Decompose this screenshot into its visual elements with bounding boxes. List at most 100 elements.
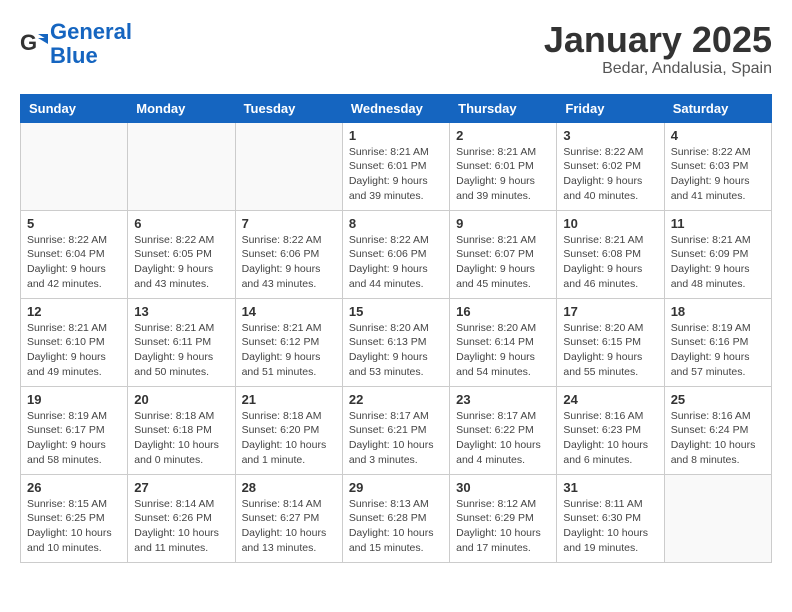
weekday-header-row: SundayMondayTuesdayWednesdayThursdayFrid…	[21, 94, 772, 122]
calendar-cell: 31 Sunrise: 8:11 AM Sunset: 6:30 PM Dayli…	[557, 474, 664, 562]
day-info: Sunrise: 8:22 AM Sunset: 6:06 PM Dayligh…	[349, 233, 443, 292]
calendar-cell: 16Sunrise: 8:20 AM Sunset: 6:14 PM Dayli…	[450, 298, 557, 386]
calendar-cell: 5 Sunrise: 8:22 AM Sunset: 6:04 PM Daylig…	[21, 210, 128, 298]
calendar-cell: 30 Sunrise: 8:12 AM Sunset: 6:29 PM Dayli…	[450, 474, 557, 562]
day-number: 3	[563, 128, 657, 143]
weekday-header-cell: Sunday	[21, 94, 128, 122]
main-title: January 2025	[544, 20, 772, 60]
calendar-week-row: 26 Sunrise: 8:15 AM Sunset: 6:25 PM Dayli…	[21, 474, 772, 562]
calendar-cell: 6 Sunrise: 8:22 AM Sunset: 6:05 PM Daylig…	[128, 210, 235, 298]
page-header: G General Blue January 2025 Bedar, Andal…	[20, 20, 772, 78]
day-info: Sunrise: 8:14 AM Sunset: 6:27 PM Dayligh…	[242, 497, 336, 556]
day-number: 24	[563, 392, 657, 407]
day-info: Sunrise: 8:22 AM Sunset: 6:02 PM Dayligh…	[563, 145, 657, 204]
day-number: 30	[456, 480, 550, 495]
day-number: 14	[242, 304, 336, 319]
weekday-header-cell: Saturday	[664, 94, 771, 122]
day-number: 2	[456, 128, 550, 143]
day-number: 23	[456, 392, 550, 407]
calendar-cell: 13Sunrise: 8:21 AM Sunset: 6:11 PM Dayli…	[128, 298, 235, 386]
calendar-cell: 28 Sunrise: 8:14 AM Sunset: 6:27 PM Dayli…	[235, 474, 342, 562]
day-number: 11	[671, 216, 765, 231]
calendar-week-row: 1 Sunrise: 8:21 AM Sunset: 6:01 PM Daylig…	[21, 122, 772, 210]
logo-icon: G	[20, 30, 48, 58]
day-number: 31	[563, 480, 657, 495]
day-number: 28	[242, 480, 336, 495]
day-info: Sunrise: 8:12 AM Sunset: 6:29 PM Dayligh…	[456, 497, 550, 556]
logo-line2: Blue	[50, 43, 98, 68]
calendar-week-row: 12 Sunrise: 8:21 AM Sunset: 6:10 PM Dayli…	[21, 298, 772, 386]
day-number: 27	[134, 480, 228, 495]
day-info: Sunrise: 8:20 AM Sunset: 6:13 PM Dayligh…	[349, 321, 443, 380]
calendar-cell	[664, 474, 771, 562]
day-number: 22	[349, 392, 443, 407]
logo: G General Blue	[20, 20, 132, 68]
logo-line1: General	[50, 19, 132, 44]
calendar-cell: 25Sunrise: 8:16 AM Sunset: 6:24 PM Dayli…	[664, 386, 771, 474]
calendar-cell: 24 Sunrise: 8:16 AM Sunset: 6:23 PM Dayli…	[557, 386, 664, 474]
weekday-header-cell: Monday	[128, 94, 235, 122]
calendar-cell: 19 Sunrise: 8:19 AM Sunset: 6:17 PM Dayli…	[21, 386, 128, 474]
calendar-cell: 18 Sunrise: 8:19 AM Sunset: 6:16 PM Dayli…	[664, 298, 771, 386]
day-number: 10	[563, 216, 657, 231]
weekday-header-cell: Wednesday	[342, 94, 449, 122]
day-number: 7	[242, 216, 336, 231]
day-number: 18	[671, 304, 765, 319]
logo-text: General Blue	[50, 20, 132, 68]
day-info: Sunrise: 8:19 AM Sunset: 6:16 PM Dayligh…	[671, 321, 765, 380]
calendar-cell: 3 Sunrise: 8:22 AM Sunset: 6:02 PM Daylig…	[557, 122, 664, 210]
day-number: 5	[27, 216, 121, 231]
day-number: 13	[134, 304, 228, 319]
calendar-cell: 29Sunrise: 8:13 AM Sunset: 6:28 PM Dayli…	[342, 474, 449, 562]
calendar-cell: 8 Sunrise: 8:22 AM Sunset: 6:06 PM Daylig…	[342, 210, 449, 298]
calendar-cell: 10 Sunrise: 8:21 AM Sunset: 6:08 PM Dayli…	[557, 210, 664, 298]
weekday-header-cell: Tuesday	[235, 94, 342, 122]
calendar-cell: 27 Sunrise: 8:14 AM Sunset: 6:26 PM Dayli…	[128, 474, 235, 562]
day-info: Sunrise: 8:21 AM Sunset: 6:08 PM Dayligh…	[563, 233, 657, 292]
day-info: Sunrise: 8:11 AM Sunset: 6:30 PM Dayligh…	[563, 497, 657, 556]
day-info: Sunrise: 8:22 AM Sunset: 6:04 PM Dayligh…	[27, 233, 121, 292]
day-info: Sunrise: 8:22 AM Sunset: 6:05 PM Dayligh…	[134, 233, 228, 292]
day-info: Sunrise: 8:19 AM Sunset: 6:17 PM Dayligh…	[27, 409, 121, 468]
calendar-cell: 7Sunrise: 8:22 AM Sunset: 6:06 PM Daylig…	[235, 210, 342, 298]
calendar-cell: 20 Sunrise: 8:18 AM Sunset: 6:18 PM Dayli…	[128, 386, 235, 474]
day-info: Sunrise: 8:20 AM Sunset: 6:15 PM Dayligh…	[563, 321, 657, 380]
day-number: 4	[671, 128, 765, 143]
calendar-cell: 2Sunrise: 8:21 AM Sunset: 6:01 PM Daylig…	[450, 122, 557, 210]
weekday-header-cell: Friday	[557, 94, 664, 122]
subtitle: Bedar, Andalusia, Spain	[544, 60, 772, 78]
day-number: 9	[456, 216, 550, 231]
day-info: Sunrise: 8:16 AM Sunset: 6:23 PM Dayligh…	[563, 409, 657, 468]
day-number: 29	[349, 480, 443, 495]
day-number: 15	[349, 304, 443, 319]
day-number: 12	[27, 304, 121, 319]
day-number: 6	[134, 216, 228, 231]
day-info: Sunrise: 8:21 AM Sunset: 6:07 PM Dayligh…	[456, 233, 550, 292]
day-info: Sunrise: 8:22 AM Sunset: 6:03 PM Dayligh…	[671, 145, 765, 204]
day-number: 26	[27, 480, 121, 495]
day-number: 21	[242, 392, 336, 407]
day-info: Sunrise: 8:20 AM Sunset: 6:14 PM Dayligh…	[456, 321, 550, 380]
day-number: 20	[134, 392, 228, 407]
day-info: Sunrise: 8:17 AM Sunset: 6:22 PM Dayligh…	[456, 409, 550, 468]
day-info: Sunrise: 8:21 AM Sunset: 6:10 PM Dayligh…	[27, 321, 121, 380]
day-info: Sunrise: 8:15 AM Sunset: 6:25 PM Dayligh…	[27, 497, 121, 556]
day-info: Sunrise: 8:18 AM Sunset: 6:18 PM Dayligh…	[134, 409, 228, 468]
day-info: Sunrise: 8:14 AM Sunset: 6:26 PM Dayligh…	[134, 497, 228, 556]
title-block: January 2025 Bedar, Andalusia, Spain	[544, 20, 772, 78]
calendar-body: 1 Sunrise: 8:21 AM Sunset: 6:01 PM Daylig…	[21, 122, 772, 562]
day-number: 25	[671, 392, 765, 407]
calendar-cell: 17Sunrise: 8:20 AM Sunset: 6:15 PM Dayli…	[557, 298, 664, 386]
day-number: 8	[349, 216, 443, 231]
calendar-cell: 22Sunrise: 8:17 AM Sunset: 6:21 PM Dayli…	[342, 386, 449, 474]
day-info: Sunrise: 8:21 AM Sunset: 6:09 PM Dayligh…	[671, 233, 765, 292]
calendar-cell: 11 Sunrise: 8:21 AM Sunset: 6:09 PM Dayli…	[664, 210, 771, 298]
day-number: 19	[27, 392, 121, 407]
day-info: Sunrise: 8:21 AM Sunset: 6:12 PM Dayligh…	[242, 321, 336, 380]
day-info: Sunrise: 8:21 AM Sunset: 6:01 PM Dayligh…	[349, 145, 443, 204]
calendar-cell: 23 Sunrise: 8:17 AM Sunset: 6:22 PM Dayli…	[450, 386, 557, 474]
calendar-cell: 14 Sunrise: 8:21 AM Sunset: 6:12 PM Dayli…	[235, 298, 342, 386]
day-number: 1	[349, 128, 443, 143]
calendar-cell: 26 Sunrise: 8:15 AM Sunset: 6:25 PM Dayli…	[21, 474, 128, 562]
calendar: SundayMondayTuesdayWednesdayThursdayFrid…	[20, 94, 772, 563]
